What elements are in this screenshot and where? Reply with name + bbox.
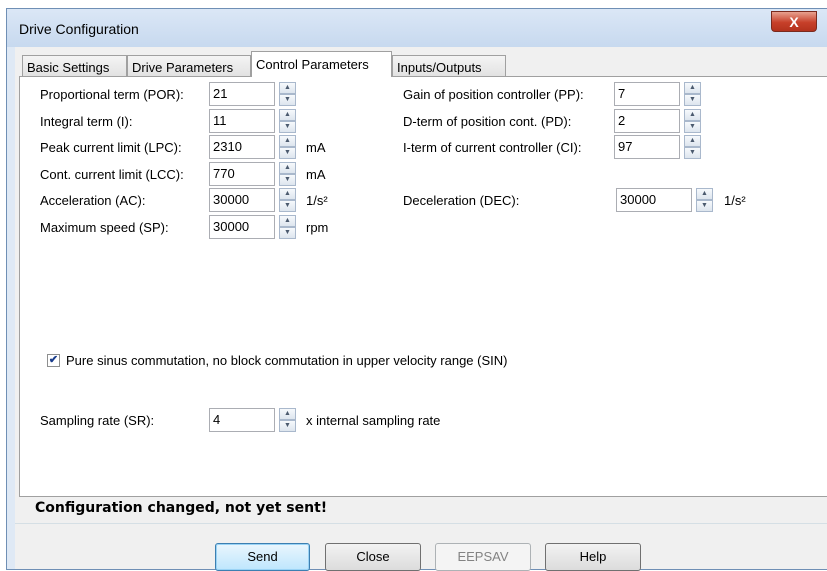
tab-label: Basic Settings	[27, 60, 110, 75]
por-input[interactable]: 21	[209, 82, 275, 106]
sin-checkbox[interactable]: ✔	[47, 354, 60, 367]
ci-spinner[interactable]: ▲ ▼	[684, 135, 701, 159]
spin-down-icon[interactable]: ▼	[279, 94, 296, 106]
tab-drive-parameters[interactable]: Drive Parameters	[127, 55, 251, 76]
pp-spinner[interactable]: ▲ ▼	[684, 82, 701, 106]
pp-input[interactable]: 7	[614, 82, 680, 106]
ac-unit: 1/s²	[306, 193, 328, 208]
tab-label: Control Parameters	[256, 57, 369, 72]
spin-up-icon[interactable]: ▲	[684, 135, 701, 147]
dec-unit: 1/s²	[724, 193, 746, 208]
por-label: Proportional term (POR):	[40, 87, 184, 102]
lcc-spinner[interactable]: ▲ ▼	[279, 162, 296, 186]
close-icon: X	[789, 14, 799, 30]
spin-up-icon[interactable]: ▲	[684, 82, 701, 94]
drive-configuration-window: Drive Configuration X Basic Settings Dri…	[6, 8, 827, 571]
ci-input[interactable]: 97	[614, 135, 680, 159]
pp-label: Gain of position controller (PP):	[403, 87, 584, 102]
spin-down-icon[interactable]: ▼	[684, 94, 701, 106]
sp-spinner[interactable]: ▲ ▼	[279, 215, 296, 239]
lcc-unit: mA	[306, 167, 326, 182]
checkmark-icon: ✔	[48, 354, 59, 366]
tab-basic-settings[interactable]: Basic Settings	[22, 55, 127, 76]
sin-checkbox-label[interactable]: Pure sinus commutation, no block commuta…	[66, 353, 507, 368]
spin-down-icon[interactable]: ▼	[696, 200, 713, 212]
pd-label: D-term of position cont. (PD):	[403, 114, 572, 129]
lpc-spinner[interactable]: ▲ ▼	[279, 135, 296, 159]
title-bar[interactable]: Drive Configuration X	[7, 9, 827, 47]
spin-up-icon[interactable]: ▲	[279, 82, 296, 94]
dec-spinner[interactable]: ▲ ▼	[696, 188, 713, 212]
spin-down-icon[interactable]: ▼	[279, 147, 296, 159]
spin-down-icon[interactable]: ▼	[279, 121, 296, 133]
spin-up-icon[interactable]: ▲	[279, 109, 296, 121]
dec-input[interactable]: 30000	[616, 188, 692, 212]
spin-down-icon[interactable]: ▼	[279, 420, 296, 432]
lpc-label: Peak current limit (LPC):	[40, 140, 182, 155]
spin-up-icon[interactable]: ▲	[279, 408, 296, 420]
spin-up-icon[interactable]: ▲	[279, 215, 296, 227]
sr-unit: x internal sampling rate	[306, 413, 441, 428]
send-button[interactable]: Send	[215, 543, 310, 571]
spin-up-icon[interactable]: ▲	[279, 188, 296, 200]
spin-down-icon[interactable]: ▼	[684, 121, 701, 133]
ac-input[interactable]: 30000	[209, 188, 275, 212]
spin-up-icon[interactable]: ▲	[279, 162, 296, 174]
eepsav-button[interactable]: EEPSAV	[435, 543, 531, 571]
tab-inputs-outputs[interactable]: Inputs/Outputs	[392, 55, 506, 76]
window-title: Drive Configuration	[19, 21, 139, 37]
window-client-area: Basic Settings Drive Parameters Control …	[15, 47, 827, 571]
por-spinner[interactable]: ▲ ▼	[279, 82, 296, 106]
lcc-label: Cont. current limit (LCC):	[40, 167, 184, 182]
i-spinner[interactable]: ▲ ▼	[279, 109, 296, 133]
close-button[interactable]: Close	[325, 543, 421, 571]
button-bar: Send Close EEPSAV Help	[15, 523, 827, 571]
dec-label: Deceleration (DEC):	[403, 193, 520, 208]
sr-label: Sampling rate (SR):	[40, 413, 155, 428]
i-label: Integral term (I):	[40, 114, 133, 129]
tab-label: Drive Parameters	[132, 60, 234, 75]
sp-unit: rpm	[306, 220, 329, 235]
spin-down-icon[interactable]: ▼	[279, 227, 296, 239]
tab-label: Inputs/Outputs	[397, 60, 482, 75]
pd-spinner[interactable]: ▲ ▼	[684, 109, 701, 133]
i-input[interactable]: 11	[209, 109, 275, 133]
sr-input[interactable]: 4	[209, 408, 275, 432]
pd-input[interactable]: 2	[614, 109, 680, 133]
spin-down-icon[interactable]: ▼	[684, 147, 701, 159]
sp-input[interactable]: 30000	[209, 215, 275, 239]
ci-label: I-term of current controller (CI):	[403, 140, 582, 155]
spin-up-icon[interactable]: ▲	[696, 188, 713, 200]
spin-down-icon[interactable]: ▼	[279, 200, 296, 212]
ac-label: Acceleration (AC):	[40, 193, 146, 208]
help-button[interactable]: Help	[545, 543, 641, 571]
lpc-unit: mA	[306, 140, 326, 155]
sr-spinner[interactable]: ▲ ▼	[279, 408, 296, 432]
lpc-input[interactable]: 2310	[209, 135, 275, 159]
window-close-button[interactable]: X	[771, 11, 817, 32]
spin-up-icon[interactable]: ▲	[684, 109, 701, 121]
status-message: Configuration changed, not yet sent!	[35, 500, 328, 516]
control-parameters-panel: Proportional term (POR): 21 ▲ ▼ Integral…	[19, 76, 827, 497]
spin-down-icon[interactable]: ▼	[279, 174, 296, 186]
sp-label: Maximum speed (SP):	[40, 220, 169, 235]
spin-up-icon[interactable]: ▲	[279, 135, 296, 147]
lcc-input[interactable]: 770	[209, 162, 275, 186]
ac-spinner[interactable]: ▲ ▼	[279, 188, 296, 212]
tab-control-parameters[interactable]: Control Parameters	[251, 51, 392, 77]
